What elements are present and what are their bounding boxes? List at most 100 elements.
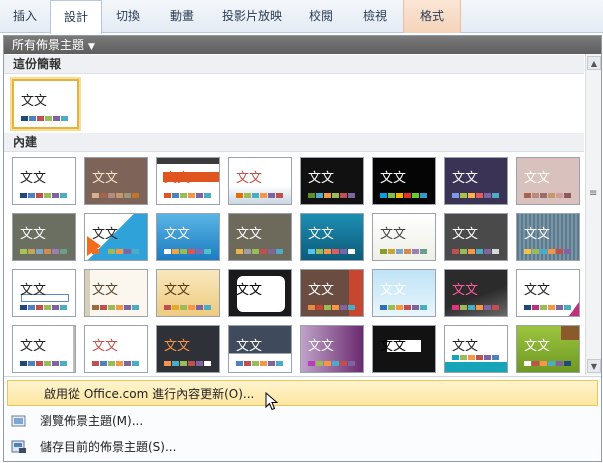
color-swatches [308, 305, 355, 310]
thumb-text: 文文 [236, 171, 263, 186]
themes-gallery-dropdown: 所有佈景主題 ▼ 這份簡報 文文 內建 文文 文文 文文 文文 文文 文文 文文 … [3, 35, 602, 462]
tab-insert[interactable]: 插入 [0, 0, 50, 33]
thumb-text: 文文 [20, 339, 47, 354]
theme-thumb[interactable]: 文文 [516, 213, 580, 261]
color-swatches [20, 193, 67, 198]
thumb-text: 文文 [164, 283, 191, 298]
theme-thumb[interactable]: 文文 [84, 157, 148, 205]
theme-thumb[interactable]: 文文 [228, 269, 292, 317]
theme-thumb[interactable]: 文文 [516, 325, 580, 373]
theme-thumb[interactable]: 文文 [156, 157, 220, 205]
theme-thumb[interactable]: 文文 [372, 213, 436, 261]
thumb-text: 文文 [20, 171, 47, 186]
tab-animations[interactable]: 動畫 [154, 0, 210, 33]
thumb-text: 文文 [164, 171, 191, 186]
theme-thumb[interactable]: 文文 [444, 213, 508, 261]
thumb-text: 文文 [236, 283, 263, 298]
theme-thumb[interactable]: 文文 [156, 325, 220, 373]
mouse-pointer-icon [265, 392, 279, 411]
theme-thumb[interactable]: 文文 [372, 325, 436, 373]
section-heading-builtin: 內建 [4, 133, 584, 152]
theme-thumb[interactable]: 文文 [372, 269, 436, 317]
thumb-text: 文文 [452, 227, 479, 242]
color-swatches [452, 193, 499, 198]
color-swatches [20, 361, 67, 366]
tab-review[interactable]: 校閱 [294, 0, 348, 33]
theme-thumb[interactable]: 文文 [372, 157, 436, 205]
theme-thumb[interactable]: 文文 [228, 213, 292, 261]
thumb-text: 文文 [308, 171, 335, 186]
theme-thumb-current[interactable]: 文文 [10, 77, 81, 131]
color-swatches [92, 249, 139, 254]
thumb-text: 文文 [308, 339, 335, 354]
color-swatches [524, 361, 571, 366]
theme-thumb[interactable]: 文文 [84, 269, 148, 317]
theme-filter-dropdown[interactable]: 所有佈景主題 ▼ [4, 36, 601, 54]
color-swatches [380, 249, 427, 254]
thumb-text: 文文 [92, 283, 119, 298]
color-swatches [92, 361, 139, 366]
theme-thumb[interactable]: 文文 [12, 269, 76, 317]
color-swatches [92, 193, 139, 198]
tab-view[interactable]: 檢視 [348, 0, 402, 33]
theme-thumb[interactable]: 文文 [444, 325, 508, 373]
color-swatches [236, 193, 283, 198]
thumb-text: 文文 [164, 227, 191, 242]
theme-thumb[interactable]: 文文 [300, 325, 364, 373]
thumb-text: 文文 [524, 283, 551, 298]
enable-office-com-updates-item[interactable]: 啟用從 Office.com 進行內容更新(O)... [7, 380, 598, 406]
color-swatches [164, 361, 211, 366]
scroll-down-icon[interactable]: ▼ [587, 359, 601, 373]
thumb-text: 文文 [380, 339, 407, 354]
color-swatches [236, 249, 283, 254]
tab-slideshow[interactable]: 投影片放映 [210, 0, 294, 33]
color-swatches [452, 249, 499, 254]
color-swatches [380, 305, 427, 310]
theme-thumb[interactable]: 文文 [84, 325, 148, 373]
theme-thumb[interactable]: 文文 [156, 269, 220, 317]
color-swatches [308, 193, 355, 198]
gallery-menu: 啟用從 Office.com 進行內容更新(O)... 瀏覽佈景主題(M)...… [4, 376, 601, 461]
theme-thumb[interactable]: 文文 [300, 157, 364, 205]
theme-thumb[interactable]: 文文 [516, 269, 580, 317]
theme-thumb[interactable]: 文文 [12, 213, 76, 261]
theme-thumb[interactable]: 文文 [300, 213, 364, 261]
theme-thumb[interactable]: 文文 [228, 325, 292, 373]
gallery-scrollbar[interactable]: ▲ ≡ ▼ [585, 54, 601, 375]
theme-thumb[interactable]: 文文 [516, 157, 580, 205]
thumb-text: 文文 [524, 171, 551, 186]
theme-thumb[interactable]: 文文 [84, 213, 148, 261]
thumb-text: 文文 [308, 283, 335, 298]
thumb-text: 文文 [92, 227, 119, 242]
color-swatches [92, 305, 139, 310]
tab-format[interactable]: 格式 [403, 0, 461, 33]
thumb-text: 文文 [21, 94, 48, 109]
theme-thumb[interactable]: 文文 [300, 269, 364, 317]
color-swatches [236, 361, 283, 366]
scroll-up-icon[interactable]: ▲ [587, 56, 601, 70]
menu-item-label: 儲存目前的佈景主題(S)... [40, 440, 177, 454]
thumb-text: 文文 [452, 339, 479, 354]
browse-themes-item[interactable]: 瀏覽佈景主題(M)... [4, 408, 601, 434]
color-swatches [308, 361, 355, 366]
thumb-text: 文文 [308, 227, 335, 242]
thumb-text: 文文 [20, 283, 47, 298]
thumb-text: 文文 [380, 171, 407, 186]
thumb-text: 文文 [92, 339, 119, 354]
theme-thumb[interactable]: 文文 [12, 157, 76, 205]
filter-label: 所有佈景主題 [12, 38, 85, 52]
color-swatches [524, 249, 571, 254]
tab-transitions[interactable]: 切換 [102, 0, 154, 33]
color-swatches [20, 305, 67, 310]
theme-thumb[interactable]: 文文 [12, 325, 76, 373]
color-swatches [20, 249, 67, 254]
save-current-theme-item[interactable]: 儲存目前的佈景主題(S)... [4, 434, 601, 460]
theme-thumb[interactable]: 文文 [444, 157, 508, 205]
color-swatches [308, 249, 355, 254]
theme-thumb[interactable]: 文文 [156, 213, 220, 261]
scroll-grip-icon[interactable]: ≡ [589, 188, 597, 199]
theme-thumb[interactable]: 文文 [444, 269, 508, 317]
theme-thumb[interactable]: 文文 [228, 157, 292, 205]
tab-design[interactable]: 設計 [50, 0, 102, 34]
chevron-down-icon: ▼ [88, 42, 95, 52]
